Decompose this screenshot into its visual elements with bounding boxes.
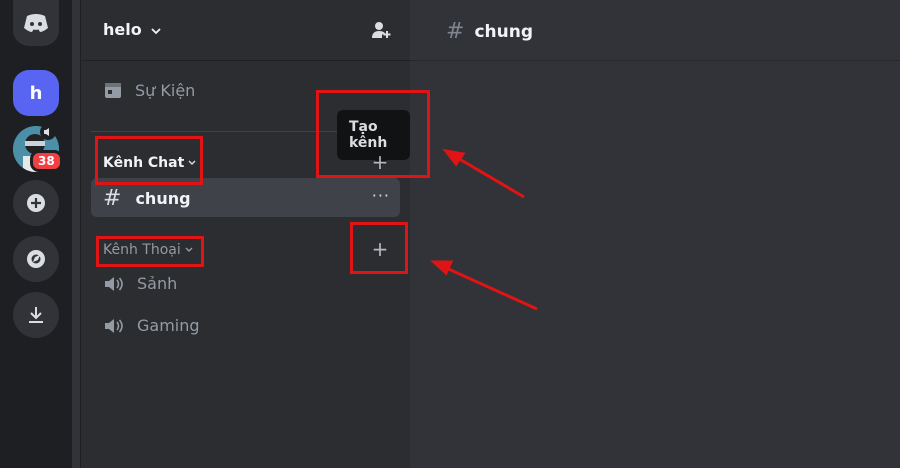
annotation-arrow-top bbox=[442, 148, 525, 199]
annotation-arrow-bottom bbox=[430, 260, 538, 311]
annotation-arrows bbox=[430, 148, 538, 311]
